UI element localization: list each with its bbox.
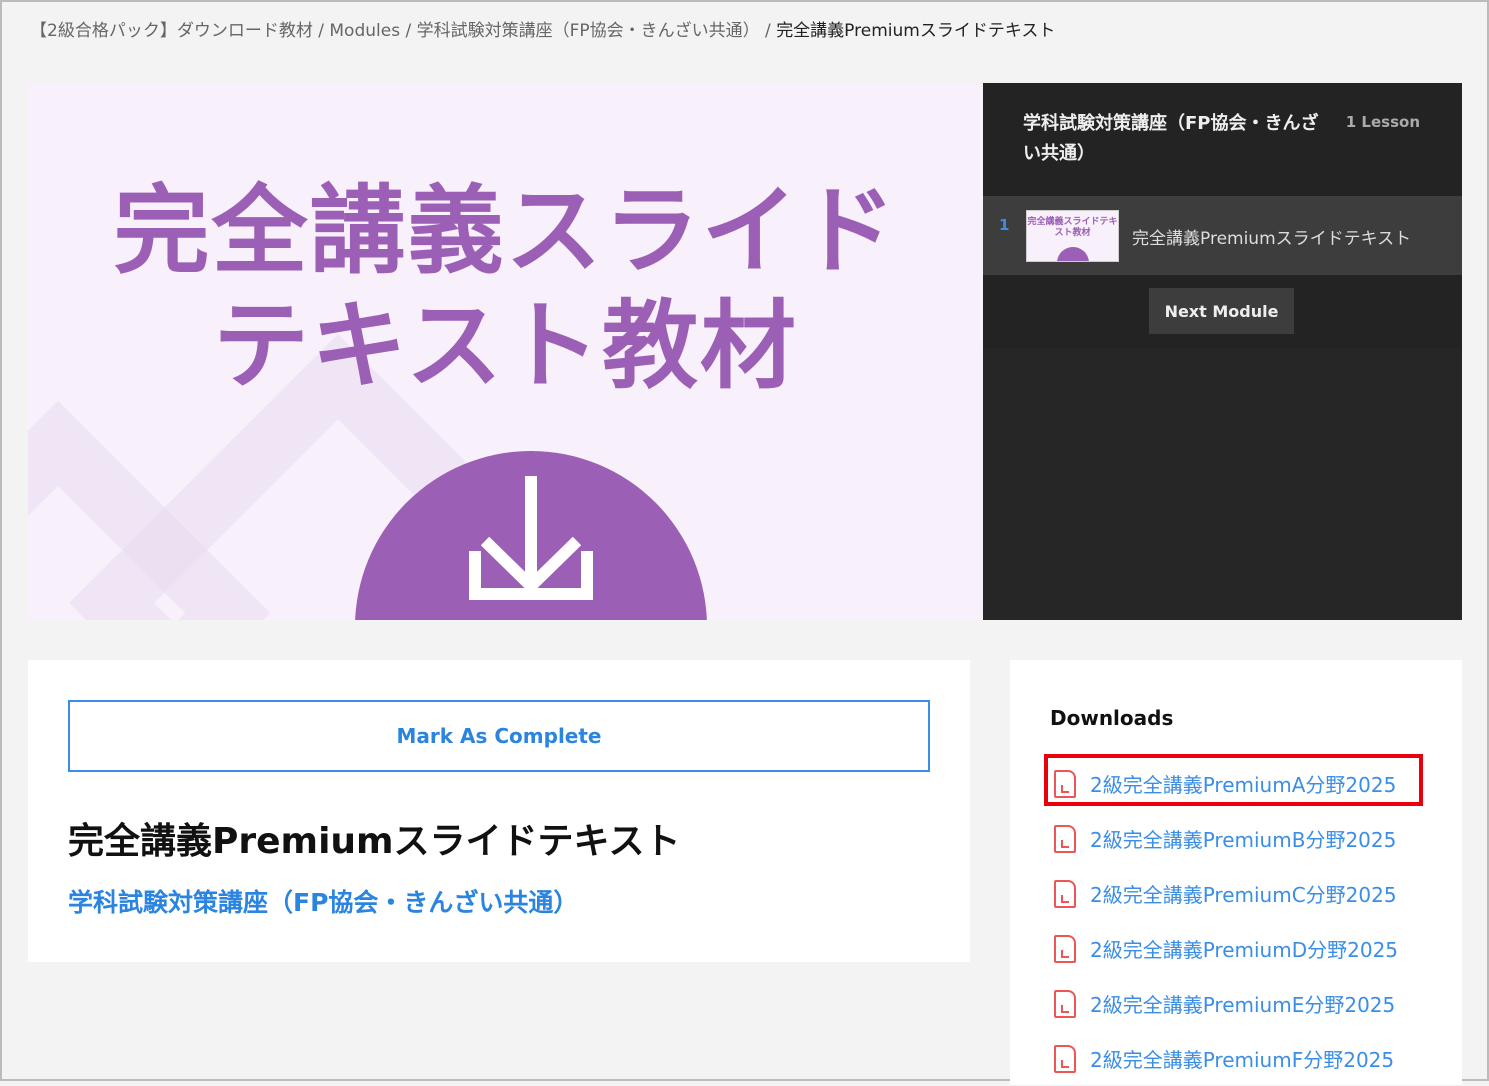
lesson-number: 1 xyxy=(999,216,1010,234)
module-title: 学科試験対策講座（FP協会・きんざい共通） xyxy=(1023,113,1319,164)
breadcrumb-link[interactable]: 学科試験対策講座（FP協会・きんざい共通） xyxy=(417,21,760,41)
download-link[interactable]: 2級完全講義PremiumF分野2025 xyxy=(1050,1031,1398,1086)
download-label[interactable]: 2級完全講義PremiumB分野2025 xyxy=(1090,824,1396,853)
pdf-file-icon xyxy=(1054,1044,1076,1073)
download-link[interactable]: 2級完全講義PremiumE分野2025 xyxy=(1050,976,1398,1031)
download-link[interactable]: 2級完全講義PremiumB分野2025 xyxy=(1050,811,1398,866)
pdf-file-icon xyxy=(1054,824,1076,853)
pdf-file-icon xyxy=(1054,879,1076,908)
mark-as-complete-button[interactable]: Mark As Complete xyxy=(68,700,930,772)
pdf-file-icon xyxy=(1054,769,1076,798)
breadcrumb-link[interactable]: Modules xyxy=(329,21,400,41)
lesson-title: 完全講義Premiumスライドテキスト xyxy=(1132,229,1412,249)
thumb-text: 完全講義スライドテキスト教材 xyxy=(1027,217,1118,238)
next-module-button[interactable]: Next Module xyxy=(1149,288,1294,334)
download-link[interactable]: 2級完全講義PremiumD分野2025 xyxy=(1050,921,1398,976)
lesson-thumbnail: 完全講義スライドテキスト教材 xyxy=(1026,210,1119,262)
download-link[interactable]: 2級完全講義PremiumA分野2025 xyxy=(1043,754,1424,811)
pdf-file-icon xyxy=(1054,934,1076,963)
lesson-hero-image: 完全講義スライド テキスト教材 xyxy=(28,83,983,620)
download-label[interactable]: 2級完全講義PremiumD分野2025 xyxy=(1090,934,1398,963)
lesson-count: 1 Lesson xyxy=(1345,113,1420,131)
lesson-item[interactable]: 1 完全講義スライドテキスト教材 完全講義Premiumスライドテキスト xyxy=(983,196,1462,275)
breadcrumb-link[interactable]: 【2級合格パック】ダウンロード教材 xyxy=(30,21,313,41)
lesson-content: Mark As Complete 完全講義Premiumスライドテキスト 学科試… xyxy=(28,660,970,962)
download-label[interactable]: 2級完全講義PremiumA分野2025 xyxy=(1090,769,1396,798)
download-link[interactable]: 2級完全講義PremiumC分野2025 xyxy=(1050,866,1398,921)
download-label[interactable]: 2級完全講義PremiumF分野2025 xyxy=(1090,1044,1394,1073)
hero-title-line2: テキスト教材 xyxy=(212,290,799,402)
downloads-panel: Downloads 2級完全講義PremiumA分野2025 2級完全講義Pre… xyxy=(1010,660,1462,1085)
module-sidebar: 学科試験対策講座（FP協会・きんざい共通） 1 Lesson 1 完全講義スライ… xyxy=(983,83,1462,620)
lesson-heading: 完全講義Premiumスライドテキスト xyxy=(68,821,681,862)
download-icon xyxy=(469,476,593,600)
breadcrumb-current: 完全講義Premiumスライドテキスト xyxy=(776,21,1056,41)
downloads-heading: Downloads xyxy=(1050,706,1174,730)
download-label[interactable]: 2級完全講義PremiumE分野2025 xyxy=(1090,989,1395,1018)
module-link[interactable]: 学科試験対策講座（FP協会・きんざい共通） xyxy=(68,883,578,919)
download-label[interactable]: 2級完全講義PremiumC分野2025 xyxy=(1090,879,1397,908)
pdf-file-icon xyxy=(1054,989,1076,1018)
breadcrumb: 【2級合格パック】ダウンロード教材 / Modules / 学科試験対策講座（F… xyxy=(30,21,1056,41)
download-circle xyxy=(355,451,707,620)
